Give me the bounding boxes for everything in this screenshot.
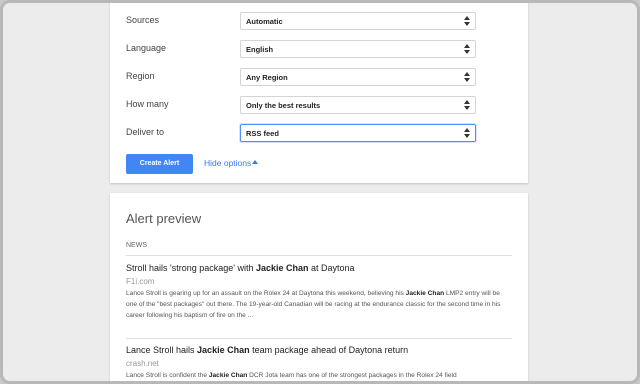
news-item: Lance Stroll hails Jackie Chan team pack… [126, 345, 512, 381]
deliver-to-select[interactable]: RSS feed [240, 124, 476, 142]
news-item: Stroll hails 'strong package' with Jacki… [126, 263, 512, 321]
region-label: Region [126, 71, 155, 81]
news-section-label: NEWS [126, 242, 147, 249]
caret-up-icon[interactable] [252, 160, 258, 164]
select-arrows-icon [464, 43, 470, 55]
preview-title: Alert preview [126, 211, 202, 226]
sources-value: Automatic [246, 17, 283, 26]
divider [126, 255, 512, 256]
divider [126, 338, 512, 339]
language-label: Language [126, 43, 167, 53]
alert-preview-card: Alert preview NEWS Stroll hails 'strong … [110, 193, 528, 381]
option-row-how-many: How many Only the best results [110, 96, 528, 116]
select-arrows-icon [464, 99, 470, 111]
create-alert-button[interactable]: Create Alert [126, 154, 193, 174]
option-row-sources: Sources Automatic [110, 12, 528, 32]
news-item-source: crash.net [126, 359, 159, 368]
how-many-value: Only the best results [246, 101, 321, 110]
language-value: English [246, 45, 274, 54]
window-frame: Sources Automatic Language English Regio… [0, 0, 640, 384]
news-item-snippet: Lance Stroll is gearing up for an assaul… [126, 290, 501, 319]
language-select[interactable]: English [240, 40, 476, 58]
hide-options-link[interactable]: Hide options [204, 158, 251, 168]
option-row-language: Language English [110, 40, 528, 60]
sources-select[interactable]: Automatic [240, 12, 476, 30]
select-arrows-icon [464, 15, 470, 27]
deliver-to-label: Deliver to [126, 127, 165, 137]
alert-options-card: Sources Automatic Language English Regio… [110, 3, 528, 183]
news-item-title[interactable]: Lance Stroll hails Jackie Chan team pack… [126, 345, 512, 355]
news-item-snippet: Lance Stroll is confident the Jackie Cha… [126, 372, 457, 379]
select-arrows-icon [464, 71, 470, 83]
region-value: Any Region [246, 73, 288, 82]
news-item-title[interactable]: Stroll hails 'strong package' with Jacki… [126, 263, 512, 273]
deliver-to-value: RSS feed [246, 129, 279, 138]
option-row-region: Region Any Region [110, 68, 528, 88]
news-item-source: F1i.com [126, 277, 155, 286]
how-many-select[interactable]: Only the best results [240, 96, 476, 114]
option-row-deliver-to: Deliver to RSS feed [110, 124, 528, 144]
sources-label: Sources [126, 15, 160, 25]
how-many-label: How many [126, 99, 169, 109]
select-arrows-icon [464, 127, 470, 139]
region-select[interactable]: Any Region [240, 68, 476, 86]
